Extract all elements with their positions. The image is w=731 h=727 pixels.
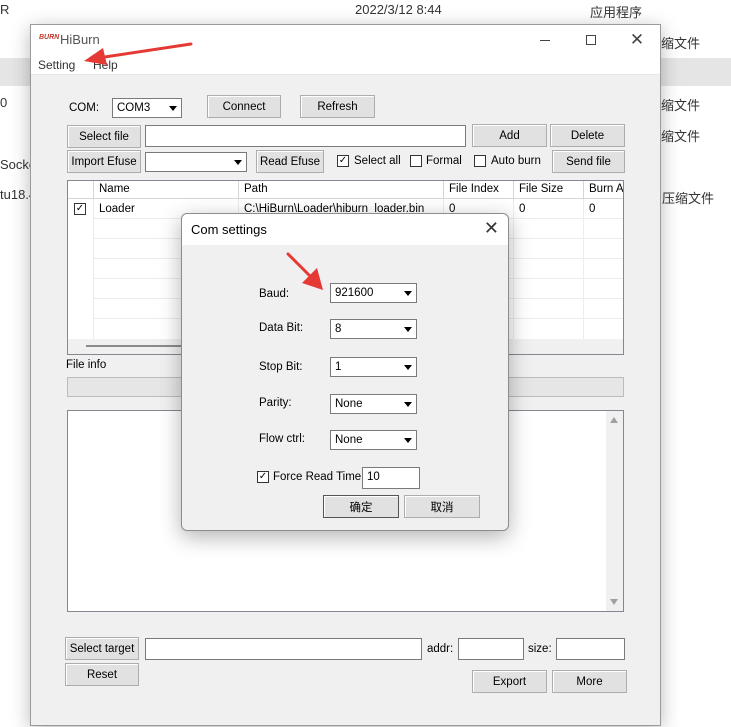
- bg-file-type: 压缩文件: [662, 191, 715, 206]
- bg-filename-fragment: 0: [0, 95, 8, 110]
- maximize-icon: [586, 35, 596, 45]
- file-info-label: File info: [66, 359, 107, 371]
- stop-bit-value: 1: [335, 361, 342, 373]
- reset-button[interactable]: Reset: [65, 663, 139, 686]
- read-efuse-button[interactable]: Read Efuse: [256, 150, 324, 173]
- refresh-button[interactable]: Refresh: [300, 95, 375, 118]
- addr-label: addr:: [427, 643, 454, 655]
- addr-input[interactable]: [458, 638, 524, 660]
- dropdown-arrow-icon[interactable]: [400, 432, 415, 448]
- parity-select[interactable]: None: [330, 394, 417, 414]
- menu-bar: Setting Help: [31, 55, 660, 75]
- bg-file-type: 应用程序: [590, 5, 643, 20]
- column-header-path[interactable]: Path: [239, 181, 444, 199]
- bg-filename-fragment: R: [0, 2, 10, 17]
- bg-file-type: 缩文件: [661, 98, 701, 113]
- dialog-title: Com settings: [191, 222, 267, 237]
- scrollbar-thumb[interactable]: [86, 345, 186, 347]
- close-icon: ✕: [629, 30, 645, 50]
- connect-button[interactable]: Connect: [207, 95, 281, 118]
- flow-ctrl-value: None: [335, 434, 363, 446]
- export-button[interactable]: Export: [472, 670, 547, 693]
- row-burn-addr: 0: [589, 203, 596, 215]
- parity-label: Parity:: [259, 397, 292, 409]
- dropdown-arrow-icon[interactable]: [400, 359, 415, 375]
- file-path-input[interactable]: [145, 125, 466, 147]
- data-bit-value: 8: [335, 323, 342, 335]
- vertical-scrollbar[interactable]: [606, 411, 623, 611]
- auto-burn-label: Auto burn: [491, 155, 541, 167]
- baud-label: Baud:: [259, 288, 290, 300]
- row-name: Loader: [99, 203, 135, 215]
- import-efuse-button[interactable]: Import Efuse: [67, 150, 141, 173]
- dialog-title-bar[interactable]: Com settings ✕: [182, 214, 508, 245]
- stop-bit-label: Stop Bit:: [259, 361, 303, 373]
- formal-label: Formal: [426, 155, 462, 167]
- close-button[interactable]: ✕: [614, 25, 660, 55]
- bg-file-type: 缩文件: [661, 36, 701, 51]
- menu-setting[interactable]: Setting: [38, 58, 75, 72]
- select-file-button[interactable]: Select file: [67, 125, 141, 148]
- target-input[interactable]: [145, 638, 422, 660]
- more-button[interactable]: More: [552, 670, 627, 693]
- scroll-down-icon[interactable]: [610, 599, 618, 605]
- cancel-button[interactable]: 取消: [404, 495, 480, 518]
- dropdown-arrow-icon[interactable]: [165, 100, 180, 116]
- com-settings-dialog: Com settings ✕ Baud: 921600 Data Bit: 8 …: [181, 213, 509, 531]
- select-target-button[interactable]: Select target: [65, 637, 139, 660]
- column-header-name[interactable]: Name: [94, 181, 239, 199]
- com-label: COM:: [69, 102, 100, 114]
- force-read-time-checkbox[interactable]: ✓: [257, 471, 269, 483]
- baud-select[interactable]: 921600: [330, 283, 417, 303]
- menu-help[interactable]: Help: [93, 58, 118, 72]
- close-icon[interactable]: ✕: [484, 218, 499, 239]
- force-read-time-input[interactable]: 10: [362, 467, 420, 489]
- column-header-file-index[interactable]: File Index: [444, 181, 514, 199]
- row-checkbox[interactable]: ✓: [74, 203, 86, 215]
- flow-ctrl-label: Flow ctrl:: [259, 433, 305, 445]
- force-read-time-label: Force Read Time: [273, 471, 362, 483]
- data-bit-select[interactable]: 8: [330, 319, 417, 339]
- hiburn-logo: BURN: [39, 34, 60, 41]
- size-input[interactable]: [556, 638, 625, 660]
- flow-ctrl-select[interactable]: None: [330, 430, 417, 450]
- row-file-size: 0: [519, 203, 526, 215]
- baud-value: 921600: [335, 287, 374, 299]
- scroll-up-icon[interactable]: [610, 417, 618, 423]
- title-bar[interactable]: BURN HiBurn ✕: [31, 25, 660, 55]
- ok-button[interactable]: 确定: [323, 495, 399, 518]
- parity-value: None: [335, 398, 363, 410]
- efuse-select[interactable]: [145, 152, 247, 172]
- size-label: size:: [528, 643, 552, 655]
- stop-bit-select[interactable]: 1: [330, 357, 417, 377]
- maximize-button[interactable]: [568, 25, 614, 55]
- column-header-burn-addr[interactable]: Burn A: [584, 181, 623, 199]
- dropdown-arrow-icon[interactable]: [400, 321, 415, 337]
- dropdown-arrow-icon[interactable]: [400, 285, 415, 301]
- select-all-label: Select all: [354, 155, 401, 167]
- com-port-value: COM3: [117, 102, 151, 114]
- add-button[interactable]: Add: [472, 124, 547, 147]
- send-file-button[interactable]: Send file: [552, 150, 625, 173]
- com-port-select[interactable]: COM3: [112, 98, 182, 118]
- window-title: HiBurn: [60, 32, 100, 47]
- formal-checkbox[interactable]: [410, 155, 422, 167]
- select-all-checkbox[interactable]: ✓: [337, 155, 349, 167]
- bg-file-type: 缩文件: [661, 129, 701, 144]
- auto-burn-checkbox[interactable]: [474, 155, 486, 167]
- column-header-check[interactable]: [68, 181, 94, 199]
- dropdown-arrow-icon[interactable]: [230, 154, 245, 170]
- minimize-icon: [540, 39, 550, 41]
- data-bit-label: Data Bit:: [259, 322, 304, 334]
- dropdown-arrow-icon[interactable]: [400, 396, 415, 412]
- bg-modified-date: 2022/3/12 8:44: [355, 2, 442, 17]
- column-header-file-size[interactable]: File Size: [514, 181, 584, 199]
- delete-button[interactable]: Delete: [550, 124, 625, 147]
- minimize-button[interactable]: [522, 25, 568, 55]
